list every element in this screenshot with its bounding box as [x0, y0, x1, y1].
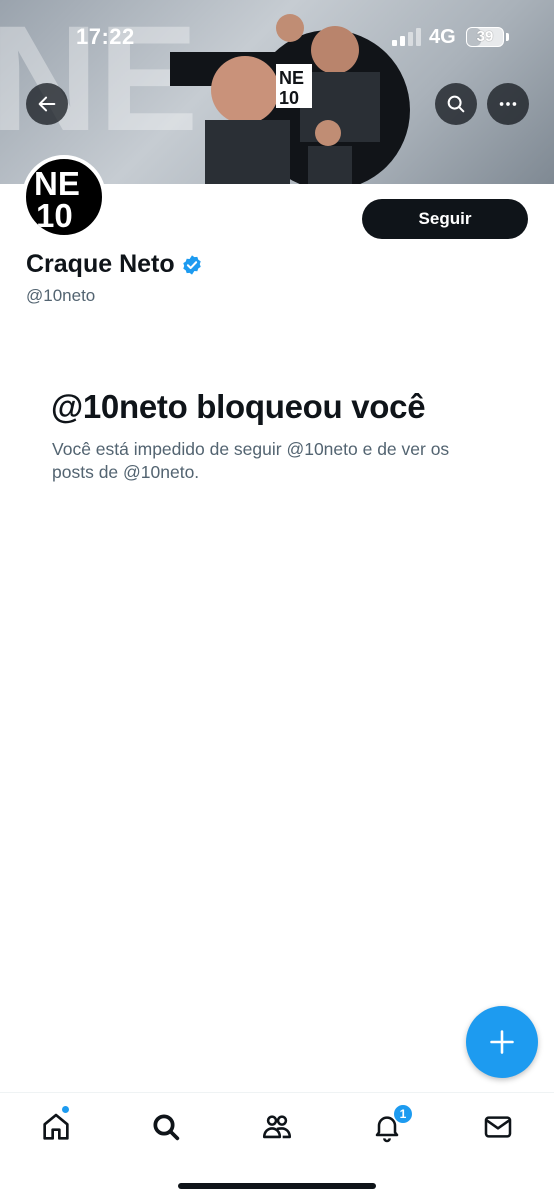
home-icon	[43, 1113, 69, 1140]
more-horizontal-icon	[499, 102, 517, 106]
arrow-left-icon	[38, 96, 56, 112]
svg-text:10: 10	[279, 88, 299, 108]
compose-post-button[interactable]	[466, 1006, 538, 1078]
plus-icon	[490, 1030, 514, 1054]
status-bar: 17:22 4G 39	[0, 0, 554, 70]
back-button[interactable]	[26, 83, 68, 125]
svg-text:NE: NE	[279, 68, 304, 88]
verified-badge-icon[interactable]	[181, 254, 203, 276]
battery-icon: 39	[466, 27, 504, 47]
home-new-indicator	[61, 1105, 70, 1114]
battery-percent: 39	[476, 28, 494, 45]
profile-name-row: Craque Neto	[26, 250, 203, 279]
search-icon	[447, 95, 465, 113]
profile-banner[interactable]: NE NE 10 17:22 4G 39	[0, 0, 554, 184]
avatar-logo: NE 10	[34, 165, 80, 234]
tab-communities[interactable]	[259, 1109, 295, 1145]
blocked-title: @10neto bloqueou você	[51, 388, 426, 425]
tab-home[interactable]	[38, 1109, 74, 1145]
search-button[interactable]	[435, 83, 477, 125]
search-icon	[153, 1114, 180, 1141]
mail-icon	[484, 1116, 512, 1138]
communities-icon	[262, 1115, 292, 1139]
tab-search[interactable]	[148, 1109, 184, 1145]
status-time: 17:22	[76, 24, 135, 49]
network-type: 4G	[429, 26, 456, 48]
tab-messages[interactable]	[480, 1109, 516, 1145]
follow-button[interactable]: Seguir	[362, 199, 528, 239]
home-indicator	[178, 1183, 376, 1189]
battery-cap	[506, 33, 509, 41]
more-options-button[interactable]	[487, 83, 529, 125]
profile-handle: @10neto	[26, 286, 96, 305]
signal-icon	[392, 28, 421, 46]
avatar[interactable]: NE 10	[22, 155, 106, 239]
svg-text:10: 10	[36, 197, 73, 234]
notifications-badge: 1	[393, 1104, 413, 1124]
profile-name: Craque Neto	[26, 250, 175, 278]
blocked-description: Você está impedido de seguir @10neto e d…	[52, 439, 450, 482]
